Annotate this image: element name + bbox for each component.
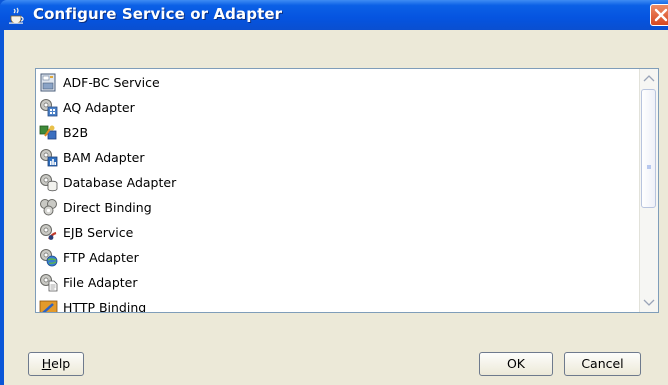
window-title: Configure Service or Adapter [33,5,283,23]
ejb-service-icon [40,224,57,240]
list-item-label: EJB Service [63,225,134,240]
database-adapter-icon [40,174,58,192]
scroll-up-arrow-icon[interactable] [643,74,655,82]
list-item-label: HTTP Binding [63,300,147,313]
list-vertical-scrollbar[interactable] [639,69,658,312]
b2b-icon [39,125,57,140]
file-adapter-icon [40,274,58,292]
list-item[interactable]: Database Adapter [36,170,636,195]
ftp-adapter-icon [40,249,58,267]
help-button[interactable]: Help [28,352,84,376]
list-item[interactable]: ADF-BC Service [36,70,636,95]
scroll-thumb[interactable] [641,89,656,208]
dialog-body: ADF-BC Service AQ Adapter B2B BAM Adapte… [4,30,668,385]
java-cup-icon [9,7,24,24]
aq-adapter-icon [40,99,58,117]
http-binding-icon [39,300,58,312]
list-item[interactable]: AQ Adapter [36,95,636,120]
list-item[interactable]: HTTP Binding [36,295,636,313]
list-item-label: ADF-BC Service [63,75,160,90]
help-label-rest: elp [51,356,71,371]
service-adapter-list[interactable]: ADF-BC Service AQ Adapter B2B BAM Adapte… [35,68,659,313]
help-mnemonic: H [41,356,52,371]
list-item-label: FTP Adapter [63,250,139,265]
list-item-label: BAM Adapter [63,150,145,165]
list-item[interactable]: File Adapter [36,270,636,295]
list-item-label: Database Adapter [63,175,177,190]
list-item-label: Direct Binding [63,200,152,215]
ok-button[interactable]: OK [479,352,553,376]
dialog-window: Configure Service or Adapter ADF-BC Serv… [0,0,668,385]
cancel-button[interactable]: Cancel [564,352,641,376]
scroll-thumb-grip [647,165,651,169]
title-bar[interactable]: Configure Service or Adapter [0,0,668,30]
adf-bc-service-icon [40,73,56,92]
close-button[interactable] [650,4,668,26]
list-item-label: File Adapter [63,275,138,290]
list-item-label: AQ Adapter [63,100,135,115]
list-item[interactable]: B2B [36,120,636,145]
bam-adapter-icon [40,149,58,167]
list-item-label: B2B [63,125,89,140]
scroll-down-arrow-icon[interactable] [643,299,655,307]
list-item[interactable]: EJB Service [36,220,636,245]
direct-binding-icon [40,199,57,216]
list-item[interactable]: BAM Adapter [36,145,636,170]
close-icon [654,8,668,22]
list-item[interactable]: FTP Adapter [36,245,636,270]
list-item[interactable]: Direct Binding [36,195,636,220]
